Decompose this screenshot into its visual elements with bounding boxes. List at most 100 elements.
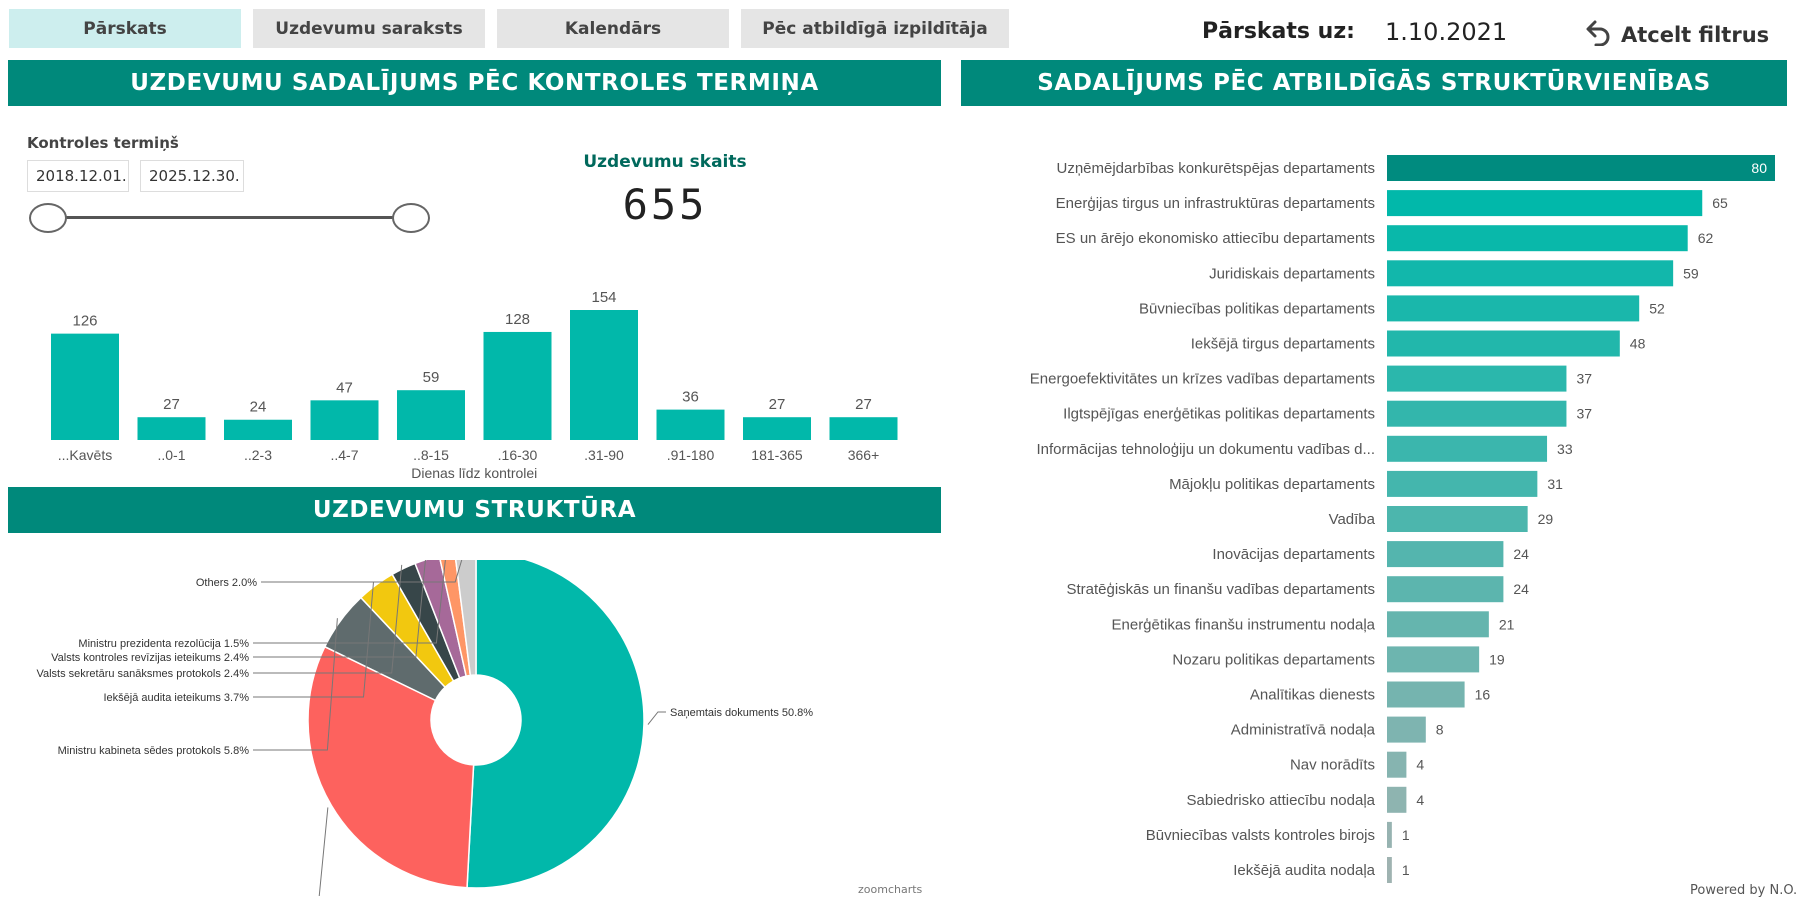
pie-leader-line — [647, 711, 666, 725]
pie-slice-label: Ministru kabineta sēdes protokols 5.8% — [58, 745, 250, 757]
deadline-bar[interactable] — [51, 333, 119, 440]
tab-pec-atbildiga[interactable]: Pēc atbildīgā izpildītāja — [741, 9, 1009, 48]
deadline-category-label: .16-30 — [498, 447, 538, 463]
department-label: Mājokļu politikas departaments — [1169, 476, 1375, 493]
department-bar-value: 19 — [1489, 651, 1505, 667]
department-bar-chart[interactable]: Uzņēmējdarbības konkurētspējas departame… — [961, 150, 1787, 890]
structure-section-header: UZDEVUMU STRUKTŪRA — [8, 487, 941, 533]
deadline-category-label: ..0-1 — [157, 447, 185, 463]
pie-slice-label: Iekšējā audita ieteikums 3.7% — [103, 692, 249, 704]
deadline-bar-value: 128 — [505, 311, 530, 328]
deadline-slicer-title: Kontroles termiņš — [27, 134, 179, 152]
department-label: Būvniecības valsts kontroles birojs — [1146, 827, 1375, 844]
pie-slice[interactable] — [466, 560, 645, 889]
department-bar-value: 65 — [1712, 195, 1728, 211]
department-bar-value: 80 — [1751, 160, 1767, 176]
department-bar[interactable] — [1387, 646, 1480, 673]
deadline-bar[interactable] — [829, 417, 898, 440]
pie-slice-label: Others 2.0% — [196, 577, 257, 589]
department-label: Energoefektivitātes un krīzes vadības de… — [1030, 371, 1375, 388]
deadline-bar-chart[interactable]: 126 ...Kavēts 27 ..0-1 24 ..2-3 47 ..4-7 59 ..8-1… — [8, 275, 941, 485]
deadline-bar[interactable] — [743, 417, 811, 440]
department-label: Būvniecības politikas departaments — [1139, 300, 1375, 317]
department-bar[interactable] — [1387, 470, 1538, 497]
pie-leader-line — [318, 807, 329, 896]
department-bar[interactable] — [1387, 155, 1775, 181]
department-bar[interactable] — [1387, 400, 1567, 427]
deadline-bar[interactable] — [224, 419, 292, 440]
department-bar-value: 1 — [1402, 862, 1410, 878]
report-date-label: Pārskats uz: — [1202, 19, 1355, 44]
deadline-bar-value: 59 — [423, 369, 440, 386]
department-bar[interactable] — [1387, 330, 1620, 357]
tab-parskats[interactable]: Pārskats — [9, 9, 241, 48]
department-bar[interactable] — [1387, 260, 1674, 287]
department-bar[interactable] — [1387, 821, 1392, 848]
slicer-track[interactable] — [48, 216, 412, 219]
deadline-category-label: .31-90 — [584, 447, 624, 463]
task-count-label: Uzdevumu skaits — [583, 152, 747, 172]
structure-section-title: UZDEVUMU STRUKTŪRA — [312, 497, 637, 523]
department-bar[interactable] — [1387, 295, 1640, 322]
deadline-category-label: 366+ — [848, 447, 880, 463]
deadline-bar[interactable] — [397, 390, 465, 440]
department-bar[interactable] — [1387, 857, 1392, 883]
deadline-bar[interactable] — [656, 409, 725, 440]
slicer-start-date-input[interactable]: 2018.12.01. — [27, 160, 129, 192]
department-label: Stratēģiskās un finanšu vadības departam… — [1066, 581, 1375, 598]
department-bar-value: 31 — [1547, 476, 1563, 492]
department-label: Juridiskais departaments — [1209, 265, 1375, 282]
department-bar[interactable] — [1387, 716, 1426, 743]
tab-kalendars[interactable]: Kalendārs — [497, 9, 729, 48]
department-label: Uzņēmējdarbības konkurētspējas departame… — [1056, 160, 1375, 177]
department-bar[interactable] — [1387, 506, 1528, 532]
pie-slice-label: Ministru prezidenta rezolūcija 1.5% — [78, 638, 249, 650]
department-bar-value: 24 — [1513, 581, 1529, 597]
department-bar-value: 4 — [1416, 792, 1424, 808]
report-date-value: 1.10.2021 — [1385, 18, 1508, 46]
department-bar[interactable] — [1387, 751, 1407, 778]
department-label: Iekšējā audita nodaļa — [1233, 862, 1375, 879]
reset-filters-label: Atcelt filtrus — [1621, 22, 1770, 47]
department-bar-value: 37 — [1576, 371, 1592, 387]
department-bar-value: 21 — [1499, 616, 1515, 632]
deadline-category-label: ...Kavēts — [58, 447, 112, 463]
department-label: Iekšējā tirgus departaments — [1191, 336, 1375, 353]
department-bar-value: 16 — [1475, 687, 1491, 703]
department-bar-value: 59 — [1683, 265, 1699, 281]
department-label: Enerģijas tirgus un infrastruktūras depa… — [1056, 195, 1375, 212]
undo-arrow-icon — [1585, 18, 1613, 51]
department-bar[interactable] — [1387, 681, 1465, 708]
slicer-end-date-input[interactable]: 2025.12.30. — [140, 160, 244, 192]
slicer-end-handle[interactable] — [392, 203, 430, 233]
department-bar[interactable] — [1387, 576, 1504, 603]
department-label: Informācijas tehnoloģiju un dokumentu va… — [1036, 441, 1375, 458]
deadline-bar-value: 47 — [336, 379, 353, 396]
tab-uzdevumu-saraksts[interactable]: Uzdevumu saraksts — [253, 9, 485, 48]
department-label: Inovācijas departaments — [1212, 546, 1375, 563]
department-bar[interactable] — [1387, 541, 1504, 568]
deadline-bar[interactable] — [310, 400, 379, 440]
department-bar-value: 33 — [1557, 441, 1573, 457]
department-label: Ilgtspējīgas enerģētikas politikas depar… — [1063, 406, 1375, 423]
deadline-category-label: 181-365 — [751, 447, 803, 463]
department-label: Analītikas dienests — [1250, 687, 1375, 704]
department-bar[interactable] — [1387, 225, 1688, 252]
deadline-bar[interactable] — [137, 417, 206, 440]
department-bar[interactable] — [1387, 365, 1567, 392]
deadline-bar[interactable] — [570, 310, 638, 440]
task-count-value: 655 — [622, 180, 708, 229]
deadline-category-label: .91-180 — [667, 447, 715, 463]
department-bar-value: 8 — [1436, 722, 1444, 738]
task-structure-pie-chart[interactable]: Saņemtais dokuments 50.8%Darba plāna 202… — [8, 560, 941, 896]
deadline-bar[interactable] — [483, 331, 552, 440]
pie-slice-label: Saņemtais dokuments 50.8% — [670, 707, 813, 719]
department-bar[interactable] — [1387, 611, 1489, 638]
pie-slice-label: Valsts kontroles revīzijas ieteikums 2.4… — [51, 652, 249, 664]
slicer-start-handle[interactable] — [29, 203, 67, 233]
department-bar[interactable] — [1387, 190, 1703, 217]
reset-filters-button[interactable]: Atcelt filtrus — [1585, 18, 1769, 51]
department-bar[interactable] — [1387, 786, 1407, 813]
deadline-section-header: UZDEVUMU SADALĪJUMS PĒC KONTROLES TERMIŅ… — [8, 60, 941, 106]
department-bar[interactable] — [1387, 435, 1548, 462]
